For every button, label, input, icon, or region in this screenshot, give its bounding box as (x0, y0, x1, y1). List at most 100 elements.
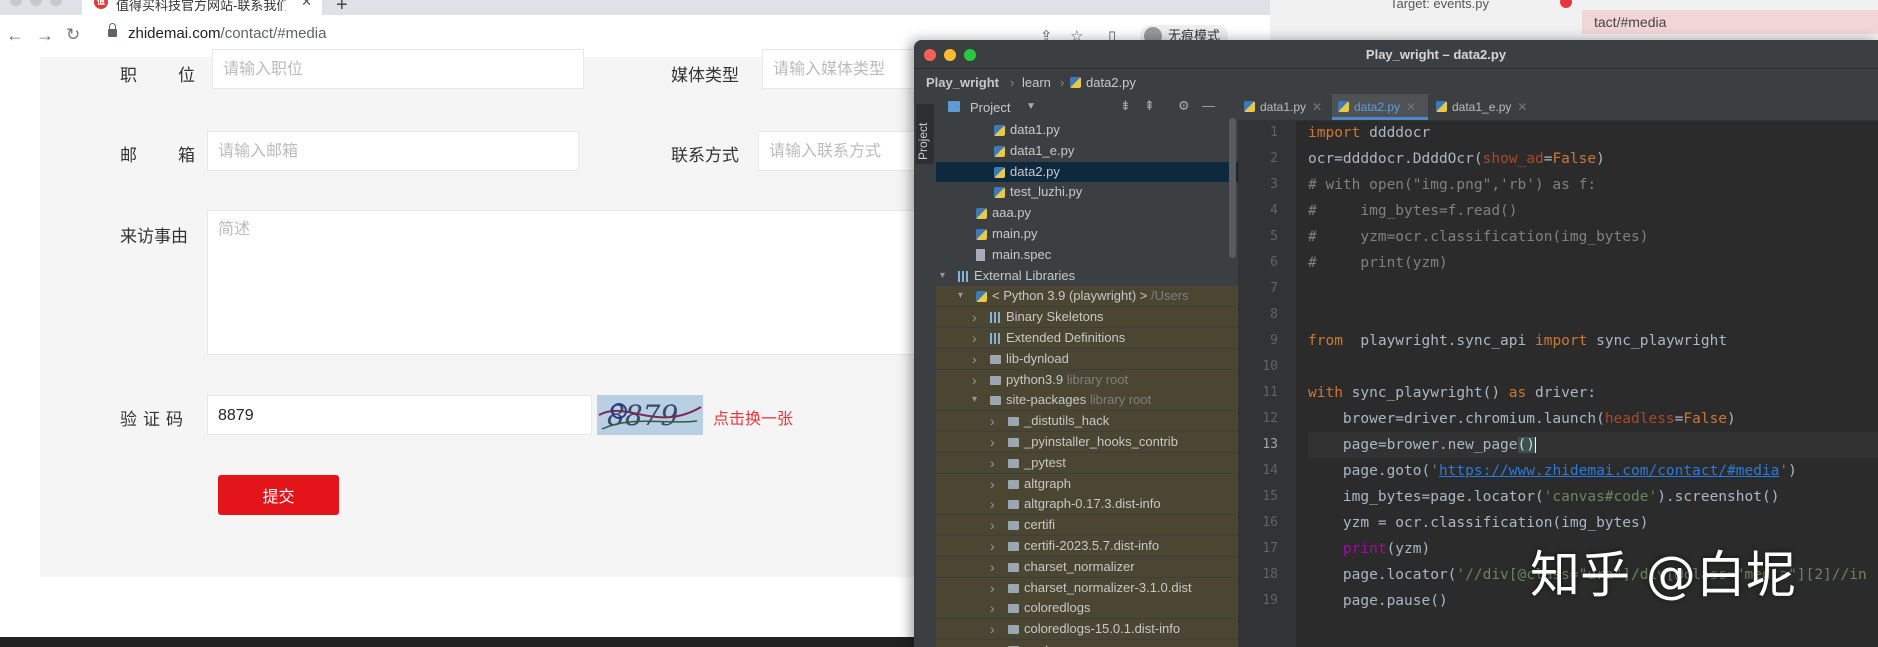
python-file-icon (994, 187, 1005, 199)
zoom-window-button[interactable] (50, 0, 62, 6)
tree-item[interactable]: › certifi-2023.5.7.dist-info (936, 536, 1238, 556)
tree-item-name: coloredlogs (1024, 600, 1091, 616)
chevron-right-icon[interactable]: › (972, 328, 982, 348)
tree-item-name: _pytest (1024, 454, 1066, 470)
tree-item[interactable]: data1.py (936, 120, 1238, 140)
tree-item[interactable]: ▾ External Libraries (936, 266, 1238, 286)
tree-item[interactable]: aaa.py (936, 203, 1238, 223)
tree-item[interactable]: › charset_normalizer (936, 556, 1238, 577)
project-tool-window-button[interactable]: Project (916, 104, 934, 164)
tree-item-name: _pyinstaller_hooks_contrib (1024, 434, 1178, 449)
tree-item[interactable]: › _pyinstaller_hooks_contrib (936, 432, 1238, 452)
project-view-selector[interactable]: Project (970, 100, 1010, 115)
target-selector[interactable]: Target: events.py (1390, 0, 1489, 11)
chevron-right-icon[interactable]: › (990, 557, 1000, 577)
folder-icon (1008, 417, 1019, 427)
tree-item-name: charset_normalizer (1024, 558, 1135, 574)
captcha-image[interactable]: 8879 (597, 395, 703, 435)
tree-item[interactable]: test_luzhi.py (936, 182, 1238, 202)
folder-icon (990, 396, 1001, 406)
breadcrumb-folder[interactable]: learn (1022, 75, 1051, 90)
tree-item[interactable]: data1_e.py (936, 141, 1238, 161)
tree-item[interactable]: › _distutils_hack (936, 411, 1238, 432)
tree-item[interactable]: › _pytest (936, 452, 1238, 473)
expand-all-icon[interactable]: ⇟ (1120, 98, 1131, 114)
tree-item[interactable]: › Binary Skeletons (936, 307, 1238, 328)
email-input[interactable]: 请输入邮箱 (207, 131, 579, 171)
close-icon[interactable]: ✕ (1517, 100, 1527, 114)
minimize-window-button[interactable] (30, 0, 42, 6)
tree-item[interactable]: › coloredlogs-15.0.1.dist-info (936, 619, 1238, 640)
chevron-right-icon[interactable]: › (990, 578, 1000, 598)
chevron-right-icon[interactable]: › (990, 640, 1000, 647)
code-line-5: # yzm=ocr.classification(img_bytes) (1308, 229, 1649, 245)
chevron-right-icon[interactable]: › (990, 432, 1000, 452)
tree-item[interactable]: ▾ site-packages library root (936, 390, 1238, 411)
url-field[interactable]: zhidemai.com/contact/#media (128, 25, 326, 42)
chevron-right-icon[interactable]: › (990, 536, 1000, 556)
line-number: 2 (1270, 151, 1278, 166)
line-number: 12 (1262, 411, 1278, 426)
captcha-input[interactable]: 8879 (207, 395, 592, 435)
submit-button[interactable]: 提交 (218, 475, 339, 515)
line-number: 5 (1270, 229, 1278, 244)
chevron-right-icon[interactable]: › (972, 307, 982, 327)
gear-icon[interactable]: ⚙ (1178, 98, 1190, 114)
collapse-all-icon[interactable]: ⇞ (1144, 98, 1155, 114)
chevron-right-icon[interactable]: › (990, 515, 1000, 535)
tree-item[interactable]: main.py (936, 224, 1238, 244)
back-icon[interactable]: ← (6, 25, 24, 46)
reload-icon[interactable]: ↻ (66, 25, 80, 45)
chevron-right-icon[interactable]: › (972, 370, 982, 390)
close-icon[interactable]: ✕ (1406, 100, 1416, 114)
tree-item[interactable]: ▾ < Python 3.9 (playwright) > /Users (936, 286, 1238, 307)
tab-close-icon[interactable]: ✕ (301, 0, 312, 10)
close-icon[interactable]: ✕ (1312, 100, 1322, 114)
tree-item[interactable]: main.spec (936, 245, 1238, 265)
chevron-right-icon[interactable]: › (990, 453, 1000, 473)
tree-item-label: data2.py (1010, 162, 1060, 182)
python-file-icon (994, 125, 1005, 136)
tree-item[interactable]: › altgraph (936, 473, 1238, 494)
chevron-down-icon[interactable]: ▾ (972, 390, 982, 410)
tab-data1-e-py[interactable]: data1_e.py ✕ (1430, 94, 1560, 120)
tree-item[interactable]: › certifi (936, 515, 1238, 536)
chevron-right-icon[interactable]: › (990, 494, 1000, 514)
browser-tab[interactable]: 值 值得买科技官方网站-联系我们 - ✕ (82, 0, 322, 15)
breadcrumb-project[interactable]: Play_wright (926, 75, 999, 90)
code-line-9: from playwright.sync_api import sync_pla… (1308, 333, 1728, 349)
tab-data2-py[interactable]: data2.py ✕ (1332, 94, 1428, 120)
line-number: 6 (1270, 255, 1278, 270)
chevron-down-icon[interactable]: ▾ (958, 286, 968, 306)
chevron-right-icon[interactable]: › (972, 349, 982, 369)
chevron-right-icon[interactable]: › (990, 598, 1000, 618)
background-url-field[interactable]: tact/#media (1582, 10, 1878, 34)
tree-item[interactable]: › coloredlogs (936, 598, 1238, 619)
tree-item[interactable]: › python3.9 library root (936, 369, 1238, 390)
forward-icon[interactable]: → (36, 25, 54, 46)
chevron-right-icon[interactable]: › (990, 619, 1000, 639)
python-file-icon (1436, 101, 1447, 112)
tree-item[interactable]: data2.py (936, 161, 1238, 182)
tree-item[interactable]: › lib-dynload (936, 348, 1238, 369)
chevron-down-icon[interactable]: ▾ (940, 266, 950, 286)
chevron-right-icon[interactable]: › (990, 474, 1000, 494)
line-number: 4 (1270, 203, 1278, 218)
tree-item-label: altgraph (1024, 474, 1071, 494)
hide-panel-icon[interactable]: — (1202, 98, 1215, 113)
chevron-down-icon[interactable]: ▼ (1026, 101, 1036, 112)
breadcrumb-file[interactable]: data2.py (1086, 75, 1136, 90)
tree-item[interactable]: › altgraph-0.17.3.dist-info (936, 494, 1238, 515)
position-input[interactable]: 请输入职位 (212, 49, 584, 89)
project-tree-scrollbar[interactable] (1229, 118, 1236, 258)
chevron-right-icon[interactable]: › (990, 411, 1000, 431)
library-icon (958, 270, 969, 282)
code-line-3: # with open("img.png",'rb') as f: (1308, 177, 1597, 193)
tree-item[interactable]: › contourpy (936, 640, 1238, 647)
tree-item[interactable]: › charset_normalizer-3.1.0.dist (936, 577, 1238, 598)
tree-item[interactable]: › Extended Definitions (936, 328, 1238, 348)
tree-item-label: _pyinstaller_hooks_contrib (1024, 432, 1178, 452)
close-window-button[interactable] (10, 0, 22, 6)
captcha-refresh-link[interactable]: 点击换一张 (713, 405, 793, 429)
